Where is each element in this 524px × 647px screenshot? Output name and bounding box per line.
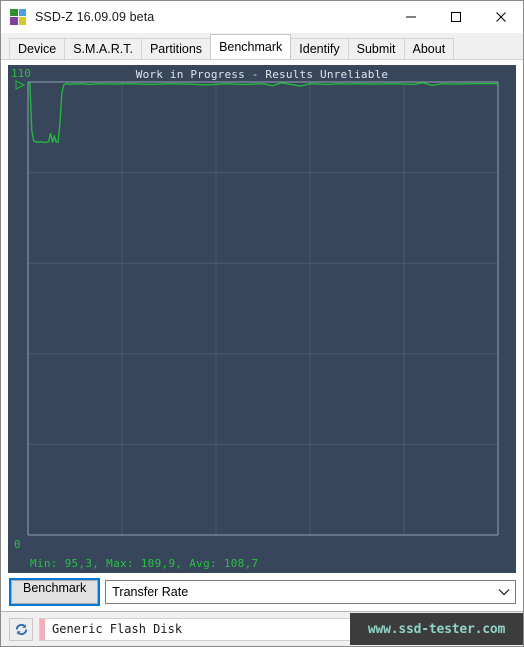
maximize-icon[interactable] bbox=[433, 1, 478, 32]
benchmark-page: Work in Progress - Results Unreliable 11… bbox=[1, 59, 523, 646]
tab-smart[interactable]: S.M.A.R.T. bbox=[64, 38, 142, 59]
caption-buttons bbox=[388, 1, 523, 32]
tab-about[interactable]: About bbox=[403, 38, 455, 59]
benchmark-run-button[interactable]: Benchmark bbox=[8, 578, 101, 606]
quit-button[interactable]: Quit bbox=[459, 617, 515, 641]
benchmark-graph[interactable]: Work in Progress - Results Unreliable 11… bbox=[8, 65, 516, 573]
benchmark-mode-select[interactable]: Transfer Rate bbox=[105, 580, 516, 604]
device-field[interactable]: Generic Flash Disk bbox=[39, 617, 453, 641]
app-logo-icon bbox=[10, 8, 26, 25]
window-title: SSD-Z 16.09.09 beta bbox=[35, 9, 155, 24]
axis-max-label: 110 bbox=[11, 67, 31, 80]
benchmark-stats: Min: 95,3, Max: 109,9, Avg: 108,7 bbox=[30, 557, 259, 570]
tab-partitions[interactable]: Partitions bbox=[140, 38, 212, 59]
device-name-label: Generic Flash Disk bbox=[52, 622, 183, 636]
app-window: SSD-Z 16.09.09 beta Device S.M.A.R.T. Pa… bbox=[0, 0, 524, 647]
status-bar: Generic Flash Disk Quit bbox=[1, 611, 523, 646]
chevron-down-icon[interactable] bbox=[493, 588, 515, 596]
minimize-icon[interactable] bbox=[388, 1, 433, 32]
tab-submit[interactable]: Submit bbox=[347, 38, 405, 59]
tab-device[interactable]: Device bbox=[9, 38, 66, 59]
tab-identify[interactable]: Identify bbox=[290, 38, 349, 59]
refresh-icon[interactable] bbox=[9, 617, 33, 641]
tab-strip: Device S.M.A.R.T. Partitions Benchmark I… bbox=[1, 33, 523, 59]
benchmark-mode-value: Transfer Rate bbox=[112, 585, 189, 599]
benchmark-controls: Benchmark Transfer Rate bbox=[8, 578, 516, 606]
graph-title: Work in Progress - Results Unreliable bbox=[135, 68, 389, 81]
close-icon[interactable] bbox=[478, 1, 523, 32]
tab-benchmark[interactable]: Benchmark bbox=[210, 34, 292, 59]
title-bar: SSD-Z 16.09.09 beta bbox=[1, 1, 523, 33]
benchmark-plot bbox=[15, 80, 499, 536]
axis-min-label: 0 bbox=[14, 538, 21, 551]
